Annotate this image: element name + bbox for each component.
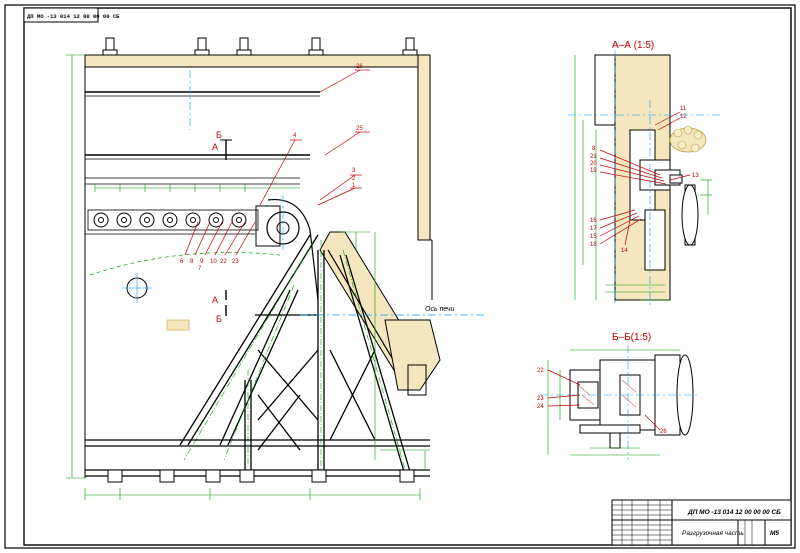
title-block: ДП МО -13 014 12 00 00 00 СБ Разгрузочна… xyxy=(611,499,792,546)
top-refractory-beam xyxy=(84,54,431,68)
section-mark-b-bottom: Б xyxy=(216,314,222,324)
callout-a-10: 18 xyxy=(590,242,597,248)
callout-main-9: 10 xyxy=(210,259,217,265)
callout-a-3: 21 xyxy=(590,154,597,160)
callout-main-11: 23 xyxy=(232,259,239,265)
section-mark-a-bottom: А xyxy=(212,295,218,305)
callout-a-4: 20 xyxy=(590,161,597,167)
callout-a-7: 16 xyxy=(590,218,597,224)
refractory-sample xyxy=(166,319,190,331)
callout-b-0: 22 xyxy=(537,368,544,374)
callout-a-6: 13 xyxy=(692,173,699,179)
title-block-sheet-mark: М5 xyxy=(770,530,779,537)
callout-b-1: 23 xyxy=(537,396,544,402)
callout-a-5: 19 xyxy=(590,168,597,174)
callout-main-1: 25 xyxy=(356,126,363,132)
callout-b-3: 26 xyxy=(660,429,667,435)
section-a-title: А–А (1:5) xyxy=(612,40,654,51)
top-stamp-code: ДП МО -13 014 12 00 00 00 СБ xyxy=(27,13,120,20)
callout-a-8: 17 xyxy=(590,226,597,232)
callout-a-1: 12 xyxy=(680,114,687,120)
callout-a-9: 15 xyxy=(590,234,597,240)
right-refractory-wall xyxy=(417,54,431,241)
section-mark-b-top: Б xyxy=(216,130,222,140)
drawing-sheet: ДП МО -13 014 12 00 00 00 СБ Ось печи Б … xyxy=(0,0,800,553)
furnace-axis-label: Ось печи xyxy=(425,306,455,313)
title-block-code: ДП МО -13 014 12 00 00 00 СБ xyxy=(687,509,781,516)
callout-main-0: 26 xyxy=(356,64,363,70)
section-mark-a-top: А xyxy=(212,142,218,152)
title-block-name: Разгрузочная часть xyxy=(682,530,744,537)
section-b-title: Б–Б(1:5) xyxy=(612,332,651,343)
callout-main-10: 22 xyxy=(220,259,227,265)
callout-b-2: 24 xyxy=(537,404,544,410)
callout-a-0: 11 xyxy=(680,106,687,112)
callout-a-11: 14 xyxy=(621,248,628,254)
